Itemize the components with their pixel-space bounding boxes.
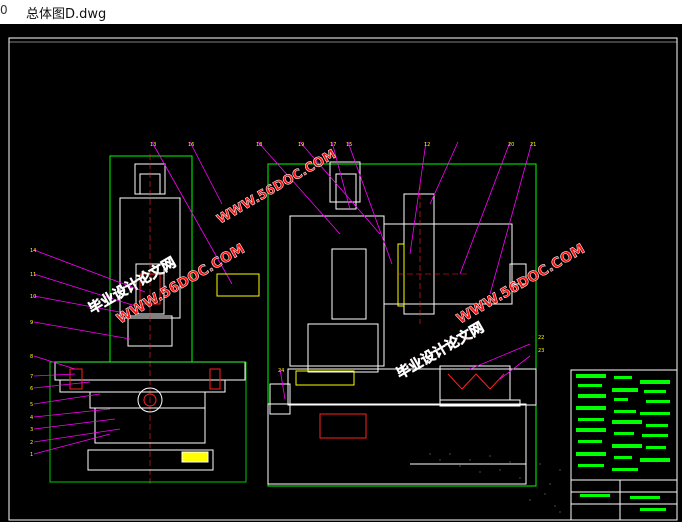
svg-text:22: 22: [538, 335, 544, 341]
cad-drawing-canvas[interactable]: 14 11 10 987 654 321 13 16 18 19 17 15 12 20 21…: [0, 24, 682, 522]
svg-text:11: 11: [30, 272, 36, 278]
svg-text:18: 18: [256, 142, 262, 148]
svg-text:23: 23: [538, 348, 544, 354]
svg-text:1: 1: [30, 452, 33, 458]
svg-text:2: 2: [30, 440, 33, 446]
svg-text:8: 8: [30, 354, 33, 360]
svg-text:16: 16: [188, 142, 194, 148]
svg-text:20: 20: [508, 142, 514, 148]
svg-text:4: 4: [30, 415, 33, 421]
svg-text:7: 7: [30, 374, 33, 380]
svg-text:19: 19: [298, 142, 304, 148]
title-bar: 0 总体图D.dwg: [0, 0, 682, 25]
svg-text:21: 21: [530, 142, 536, 148]
svg-text:15: 15: [346, 142, 352, 148]
title-edge-glyph: 0: [0, 3, 8, 17]
svg-text:6: 6: [30, 386, 33, 392]
svg-text:3: 3: [30, 427, 33, 433]
detail-box-left: [216, 273, 260, 297]
watermark-right-url: WWW.56DOC.COM: [454, 241, 588, 327]
left-view: [49, 154, 247, 484]
svg-text:24: 24: [278, 368, 284, 374]
svg-text:13: 13: [150, 142, 156, 148]
right-view: [267, 161, 537, 487]
svg-text:12: 12: [424, 142, 430, 148]
svg-text:5: 5: [30, 402, 33, 408]
svg-text:10: 10: [30, 294, 36, 300]
drawing-border: [8, 37, 678, 521]
dotted-grid: [429, 453, 561, 513]
svg-text:14: 14: [30, 248, 36, 254]
cad-drawing[interactable]: 141110 987 654 321 13 16 18 19 17 15 12 20 21…: [0, 24, 682, 522]
file-tab-title[interactable]: 总体图D.dwg: [26, 3, 106, 22]
svg-text:9: 9: [30, 320, 33, 326]
title-block: [570, 369, 678, 521]
watermark-top-url: WWW.56DOC.COM: [215, 147, 339, 227]
